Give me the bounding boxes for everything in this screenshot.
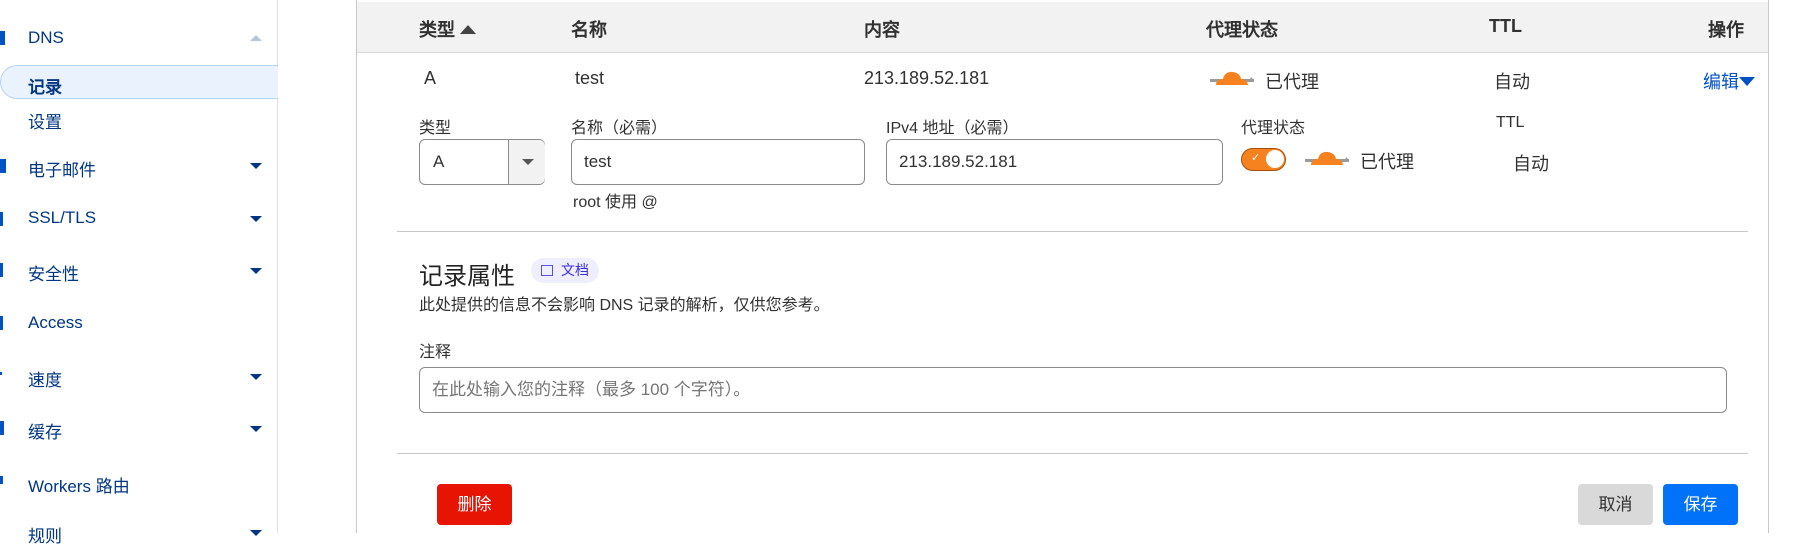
row-type: A: [424, 68, 437, 88]
column-proxy-status[interactable]: 代理状态: [1206, 16, 1278, 42]
row-ttl: 自动: [1494, 72, 1530, 92]
delete-button[interactable]: 删除: [437, 484, 512, 525]
save-button[interactable]: 保存: [1663, 484, 1738, 525]
column-ttl[interactable]: TTL: [1489, 16, 1522, 37]
access-icon: [0, 316, 3, 330]
column-name[interactable]: 名称: [571, 16, 607, 42]
comment-label: 注释: [419, 344, 452, 361]
dns-icon: [0, 31, 5, 45]
column-type-label: 类型: [419, 20, 455, 40]
sidebar-item-dns[interactable]: DNS: [28, 28, 64, 48]
chevron-up-icon[interactable]: [250, 35, 262, 41]
proxy-status-label: 代理状态: [1241, 120, 1306, 137]
record-attributes-description: 此处提供的信息不会影响 DNS 记录的解析，仅供您参考。: [419, 297, 830, 314]
sidebar-item-rules[interactable]: 规则: [28, 522, 62, 547]
speed-icon: [0, 372, 2, 375]
type-select[interactable]: A: [419, 139, 545, 185]
sidebar-item-ssl-tls[interactable]: SSL/TLS: [28, 208, 96, 228]
lock-icon: [0, 212, 3, 226]
record-attributes-title: 记录属性: [419, 263, 515, 290]
sidebar-item-settings[interactable]: 设置: [28, 108, 62, 133]
chevron-down-icon[interactable]: [250, 530, 262, 536]
cancel-button[interactable]: 取消: [1578, 484, 1653, 525]
proxied-cloud-icon: [1210, 71, 1254, 85]
type-select-value: A: [433, 152, 445, 171]
type-select-toggle[interactable]: [508, 140, 545, 184]
ipv4-label: IPv4 地址（必需）: [886, 120, 1019, 137]
workers-icon: [0, 476, 3, 484]
ttl-value: 自动: [1513, 154, 1549, 174]
sidebar-item-workers-routes[interactable]: Workers 路由: [28, 472, 130, 497]
proxied-cloud-icon: [1305, 151, 1349, 165]
column-actions: 操作: [1708, 20, 1744, 40]
name-input[interactable]: test: [571, 139, 865, 185]
chevron-down-icon[interactable]: [250, 216, 262, 222]
table-header: [357, 2, 1768, 53]
proxy-toggle[interactable]: ✓: [1241, 148, 1286, 171]
name-label: 名称（必需）: [571, 120, 668, 137]
sort-ascending-icon: [460, 25, 477, 34]
row-name: test: [575, 68, 605, 88]
docs-label: 文档: [561, 262, 589, 278]
edit-label: 编辑: [1703, 72, 1739, 92]
name-hint: root 使用 @: [573, 194, 658, 211]
divider: [397, 453, 1748, 454]
email-icon: [0, 159, 6, 173]
chevron-down-icon: [522, 159, 534, 165]
row-content: 213.189.52.181: [864, 68, 990, 88]
docs-badge[interactable]: 文档: [531, 258, 599, 283]
shield-icon: [0, 263, 3, 277]
row-proxy-status: 已代理: [1265, 72, 1319, 92]
ttl-label: TTL: [1496, 114, 1525, 131]
toggle-knob: [1266, 150, 1284, 168]
sidebar: DNS 记录 设置 电子邮件 SSL/TLS 安全性 Access 速度 缓存 …: [0, 0, 278, 546]
check-icon: ✓: [1251, 152, 1261, 164]
chevron-down-icon[interactable]: [250, 268, 262, 274]
sidebar-item-cache[interactable]: 缓存: [28, 418, 62, 443]
chevron-down-icon[interactable]: [250, 374, 262, 380]
comment-input[interactable]: [419, 367, 1727, 413]
proxy-status-value: 已代理: [1360, 152, 1414, 172]
chevron-down-icon: [1739, 77, 1755, 86]
sidebar-item-access[interactable]: Access: [28, 313, 83, 333]
chevron-down-icon[interactable]: [250, 426, 262, 432]
ipv4-input[interactable]: 213.189.52.181: [886, 139, 1223, 185]
cache-icon: [0, 421, 4, 435]
column-type[interactable]: 类型: [419, 16, 477, 42]
chevron-down-icon[interactable]: [250, 163, 262, 169]
type-label: 类型: [419, 120, 452, 137]
sidebar-item-speed[interactable]: 速度: [28, 366, 62, 391]
sidebar-item-email[interactable]: 电子邮件: [28, 156, 96, 181]
divider: [397, 231, 1748, 232]
column-content[interactable]: 内容: [864, 16, 900, 42]
edit-link[interactable]: 编辑: [1703, 68, 1755, 94]
sidebar-item-security[interactable]: 安全性: [28, 260, 79, 285]
book-icon: [541, 265, 553, 276]
sidebar-item-records[interactable]: 记录: [28, 73, 62, 98]
